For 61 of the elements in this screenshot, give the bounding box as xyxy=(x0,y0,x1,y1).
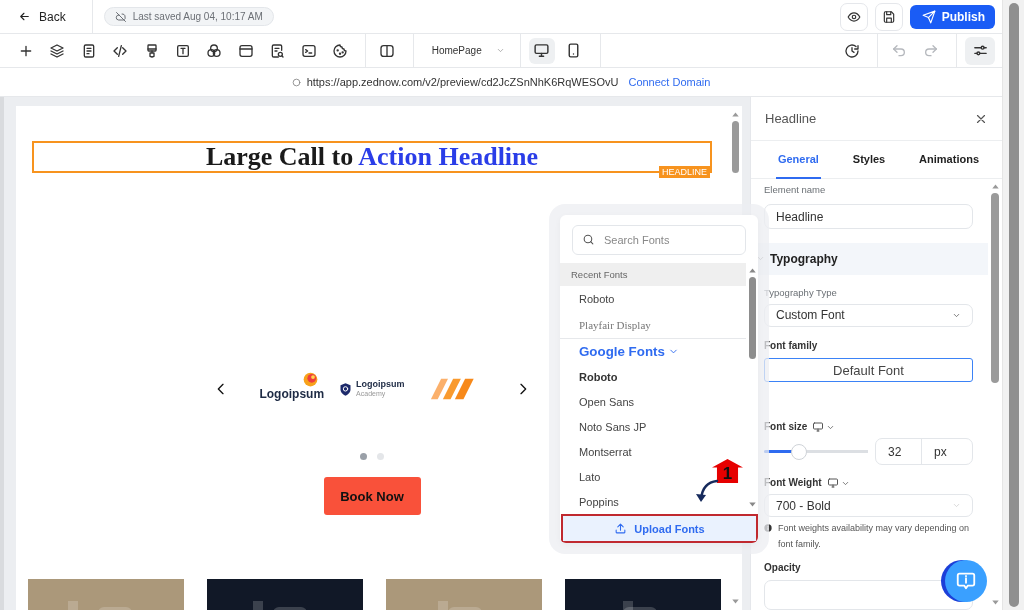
field-label: Font family xyxy=(764,339,819,354)
monitor-icon[interactable] xyxy=(812,421,825,434)
chevron-down-icon xyxy=(495,46,505,55)
preview-url: https://app.zednow.com/v2/preview/cd2JcZSnNhK6RqWESOvU xyxy=(306,76,619,88)
sphere-icon xyxy=(303,371,319,387)
font-option[interactable]: Playfair Display xyxy=(579,312,651,338)
font-option[interactable]: Roboto xyxy=(579,286,615,312)
search-icon xyxy=(582,233,595,246)
font-option[interactable]: Noto Sans JP xyxy=(579,414,647,439)
connect-domain-link[interactable]: Connect Domain xyxy=(628,76,711,88)
scroll-up-icon xyxy=(990,183,1000,190)
scrollbar-thumb xyxy=(731,121,739,173)
field-label: Font size xyxy=(764,420,808,435)
save-button[interactable] xyxy=(874,2,903,31)
page-select[interactable]: HomePage xyxy=(425,41,511,60)
publish-button[interactable]: Publish xyxy=(909,4,995,29)
panel-tab[interactable]: General xyxy=(775,141,821,179)
font-size-field[interactable]: 32 px xyxy=(875,438,973,466)
font-group-toggle[interactable]: Google Fonts xyxy=(560,339,683,364)
logo-text: Logoipsum xyxy=(356,380,405,389)
font-option[interactable]: Montserrat xyxy=(579,439,632,464)
scroll-up-icon xyxy=(730,111,740,118)
font-option[interactable]: Lato xyxy=(579,464,601,489)
scroll-down-icon xyxy=(730,598,740,605)
panel-tab[interactable]: Styles xyxy=(850,141,888,179)
font-option[interactable]: Roboto xyxy=(579,364,618,389)
back-button[interactable]: Back xyxy=(12,5,72,28)
upload-icon xyxy=(614,522,628,535)
logo-text: Logoipsum xyxy=(259,386,325,401)
scroll-up-icon xyxy=(747,267,757,274)
book-now-button[interactable]: Book Now xyxy=(323,477,421,515)
upload-fonts-button[interactable]: Upload Fonts xyxy=(561,514,758,543)
field-label: Element name xyxy=(764,183,827,197)
note-text: Font weights availability may vary depending on font family. xyxy=(778,522,971,551)
element-tag: HEADLINE xyxy=(659,166,710,178)
panel-tab[interactable]: Animations xyxy=(917,141,981,179)
speech-bubble-icon xyxy=(955,570,977,592)
slider-thumb[interactable] xyxy=(791,443,808,460)
cloud-off-icon xyxy=(114,10,127,23)
arrow-left-icon xyxy=(18,10,31,23)
desktop-icon[interactable] xyxy=(528,37,555,64)
field-label: Opacity xyxy=(764,561,802,575)
scroll-down-icon xyxy=(747,501,757,508)
carousel-dot[interactable] xyxy=(360,453,367,460)
search-field[interactable]: Search Fonts xyxy=(572,225,746,255)
scroll-down-icon xyxy=(990,599,1000,606)
monitor-icon[interactable] xyxy=(826,477,839,490)
settings-icon[interactable] xyxy=(965,36,995,65)
carousel-dot[interactable] xyxy=(377,453,384,460)
preview-button[interactable] xyxy=(839,2,868,31)
headline-text: Large Call to Action Headline xyxy=(205,142,539,172)
font-option[interactable]: Poppins xyxy=(579,489,619,514)
send-icon xyxy=(921,9,936,24)
shield-icon xyxy=(338,381,354,397)
list-heading: Recent Fonts xyxy=(571,269,628,280)
panel-title: Headline xyxy=(765,111,817,126)
save-status-text: Last saved Aug 04, 10:17 AM xyxy=(132,11,263,22)
status-circle-icon xyxy=(291,77,301,87)
field-label: Font Weight xyxy=(764,476,822,491)
eye-icon xyxy=(846,9,861,24)
font-option[interactable]: Open Sans xyxy=(579,389,635,414)
